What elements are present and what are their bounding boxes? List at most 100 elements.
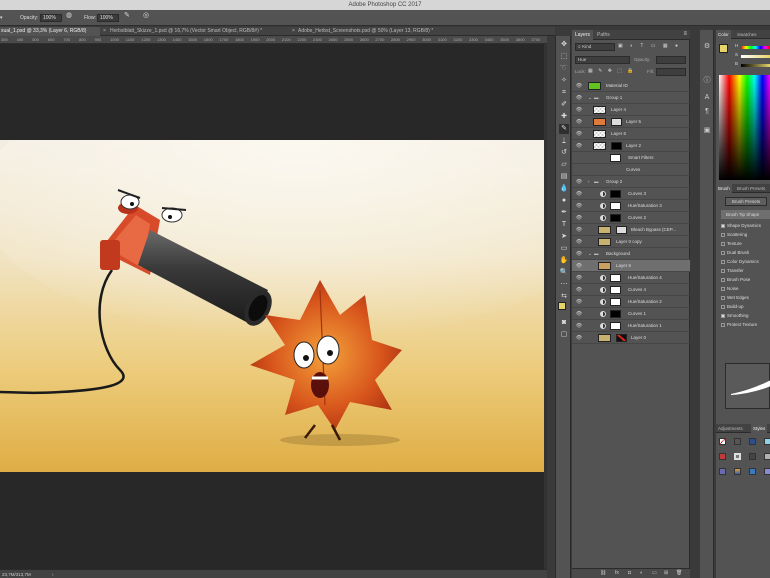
layer-row[interactable]: 👁 Bleach Bypass (CEP... <box>572 224 690 236</box>
eraser-tool-icon[interactable]: ▱ <box>559 160 569 170</box>
lock-icons[interactable]: ▦ ✎ ✥ ⬚ 🔒 <box>588 68 636 74</box>
layer-mask-thumbnail[interactable] <box>610 190 621 198</box>
checkbox[interactable] <box>721 241 725 246</box>
style-swatch[interactable] <box>734 453 741 460</box>
layer-thumbnail[interactable] <box>588 82 601 90</box>
layer-thumbnail[interactable] <box>593 106 606 114</box>
brush-option[interactable]: Shape Dynamics <box>721 221 761 230</box>
path-select-tool-icon[interactable]: ➤ <box>559 232 569 242</box>
layer-thumbnail[interactable] <box>593 118 606 126</box>
opacity-field[interactable]: 100% <box>40 14 62 22</box>
visibility-eye-icon[interactable]: 👁 <box>575 284 583 296</box>
document-image[interactable] <box>0 140 544 472</box>
visibility-eye-icon[interactable]: 👁 <box>575 140 583 152</box>
tab-swatches[interactable]: Swatches <box>735 30 759 39</box>
new-group-icon[interactable]: ▭ <box>652 570 657 576</box>
pressure-size-icon[interactable]: ◎ <box>143 12 149 20</box>
layer-fill-field[interactable] <box>656 68 686 76</box>
adjustment-layer-icon[interactable]: ◐ <box>640 570 643 576</box>
close-icon[interactable]: × <box>103 27 107 36</box>
doc-tab-3[interactable]: Adobe_Herbst_Screenshots.psd @ 50% (Laye… <box>298 27 498 36</box>
layer-mask-thumbnail[interactable] <box>610 202 621 210</box>
blur-tool-icon[interactable]: 💧 <box>559 184 569 194</box>
panel-menu-icon[interactable]: ≡ <box>683 31 687 37</box>
layer-row[interactable]: 👁 Layer 0 copy <box>572 236 690 248</box>
layer-thumbnail[interactable] <box>593 142 606 150</box>
visibility-eye-icon[interactable]: 👁 <box>575 212 583 224</box>
smart-filter-mask[interactable] <box>610 154 621 162</box>
visibility-eye-icon[interactable]: 👁 <box>575 260 583 272</box>
brush-option[interactable]: Protect Texture <box>721 320 757 329</box>
visibility-eye-icon[interactable]: 👁 <box>575 188 583 200</box>
group-expand-icon[interactable]: ⌄ <box>588 92 592 104</box>
brush-option[interactable]: Noise <box>721 284 739 293</box>
visibility-eye-icon[interactable]: 👁 <box>575 308 583 320</box>
brush-tool-icon[interactable]: ✎ <box>559 124 569 134</box>
status-arrow-icon[interactable]: › <box>52 570 54 578</box>
visibility-eye-icon[interactable]: 👁 <box>575 320 583 332</box>
layer-mask-thumbnail[interactable] <box>610 286 621 294</box>
dodge-tool-icon[interactable]: ● <box>559 196 569 206</box>
layer-row[interactable]: 👁 Hue/Saturation 4 <box>572 272 690 284</box>
healing-tool-icon[interactable]: ✚ <box>559 112 569 122</box>
tab-brush[interactable]: Brush <box>716 184 732 193</box>
layer-row[interactable]: 👁 › ▬ Group 2 <box>572 176 690 188</box>
layer-row[interactable]: 👁 Hue/Saturation 3 <box>572 200 690 212</box>
layer-thumbnail[interactable] <box>593 130 606 138</box>
visibility-eye-icon[interactable]: 👁 <box>575 200 583 212</box>
screen-mode-icon[interactable]: ▢ <box>559 330 569 340</box>
hue-slider[interactable] <box>741 46 770 49</box>
swap-colors-icon[interactable]: ⇆ <box>559 292 569 302</box>
visibility-eye-icon[interactable]: 👁 <box>575 248 583 260</box>
layer-mask-thumbnail[interactable] <box>610 310 621 318</box>
vertical-scrollbar[interactable] <box>544 44 547 569</box>
doc-tab-active[interactable]: xual_1.psd @ 33,3% (Layer 6, RGB/8) <box>0 27 100 36</box>
libraries-icon[interactable]: ▣ <box>702 126 712 134</box>
brush-option[interactable]: Color Dynamics <box>721 257 759 266</box>
layer-row[interactable]: 👁 Hue/Saturation 1 <box>572 320 690 332</box>
new-layer-icon[interactable]: ⊞ <box>664 570 668 576</box>
link-icon[interactable]: ⛓ <box>600 570 606 576</box>
style-swatch-none[interactable] <box>719 438 726 445</box>
doc-tab-2[interactable]: Herbstblatt_Skizze_1.psd @ 16,7% (Vector… <box>110 27 290 36</box>
style-swatch[interactable] <box>749 453 756 460</box>
info-icon[interactable]: ⓘ <box>702 75 712 85</box>
visibility-eye-icon[interactable]: 👁 <box>575 236 583 248</box>
layer-row[interactable]: 👁 Layer 6 <box>572 128 690 140</box>
clone-stamp-tool-icon[interactable]: ⍊ <box>559 136 569 146</box>
layer-thumbnail[interactable] <box>598 238 611 246</box>
layer-row[interactable]: 👁 Hue/Saturation 2 <box>572 296 690 308</box>
visibility-eye-icon[interactable]: 👁 <box>575 92 583 104</box>
style-swatch[interactable] <box>719 453 726 460</box>
layer-row[interactable]: 👁 ⌄ ▬ Background <box>572 248 690 260</box>
mode-dropdown[interactable]: ▾ <box>0 14 3 22</box>
style-swatch[interactable] <box>764 468 770 475</box>
history-icon[interactable]: ⚙ <box>702 42 712 50</box>
filter-kind-dropdown[interactable]: ⌕ Kind <box>575 43 615 51</box>
brush-option[interactable]: Build-up <box>721 302 744 311</box>
color-spectrum[interactable] <box>719 75 770 180</box>
type-tool-icon[interactable]: T <box>559 220 569 230</box>
fx-icon[interactable]: fx <box>615 570 619 576</box>
visibility-eye-icon[interactable]: 👁 <box>575 272 583 284</box>
visibility-eye-icon[interactable]: 👁 <box>575 176 583 188</box>
tab-brush-presets[interactable]: Brush Presets <box>735 184 767 193</box>
layer-row[interactable]: 👁 Layer 6 <box>572 260 690 272</box>
layer-row[interactable]: 👁 Layer 0 <box>572 332 690 344</box>
group-expand-icon[interactable]: ⌄ <box>588 248 592 260</box>
layer-row[interactable]: 👁 Curves 1 <box>572 308 690 320</box>
filter-icons[interactable]: ▣ ◐ T ▭ ▦ ● <box>618 43 688 51</box>
flow-field[interactable]: 100% <box>97 14 119 22</box>
layer-thumbnail[interactable] <box>598 262 611 270</box>
shape-tool-icon[interactable]: ▭ <box>559 244 569 254</box>
brush-option[interactable]: Texture <box>721 239 742 248</box>
more-tools-icon[interactable]: ⋯ <box>559 280 569 290</box>
quick-mask-icon[interactable]: ◙ <box>559 318 569 328</box>
checkbox[interactable] <box>721 250 725 255</box>
foreground-color-swatch[interactable] <box>558 302 566 310</box>
visibility-eye-icon[interactable]: 👁 <box>575 80 583 92</box>
group-expand-icon[interactable]: › <box>588 176 590 188</box>
paragraph-icon[interactable]: ¶ <box>702 108 712 115</box>
layer-row[interactable]: 👁 Layer 5 <box>572 116 690 128</box>
style-swatch[interactable] <box>764 438 770 445</box>
